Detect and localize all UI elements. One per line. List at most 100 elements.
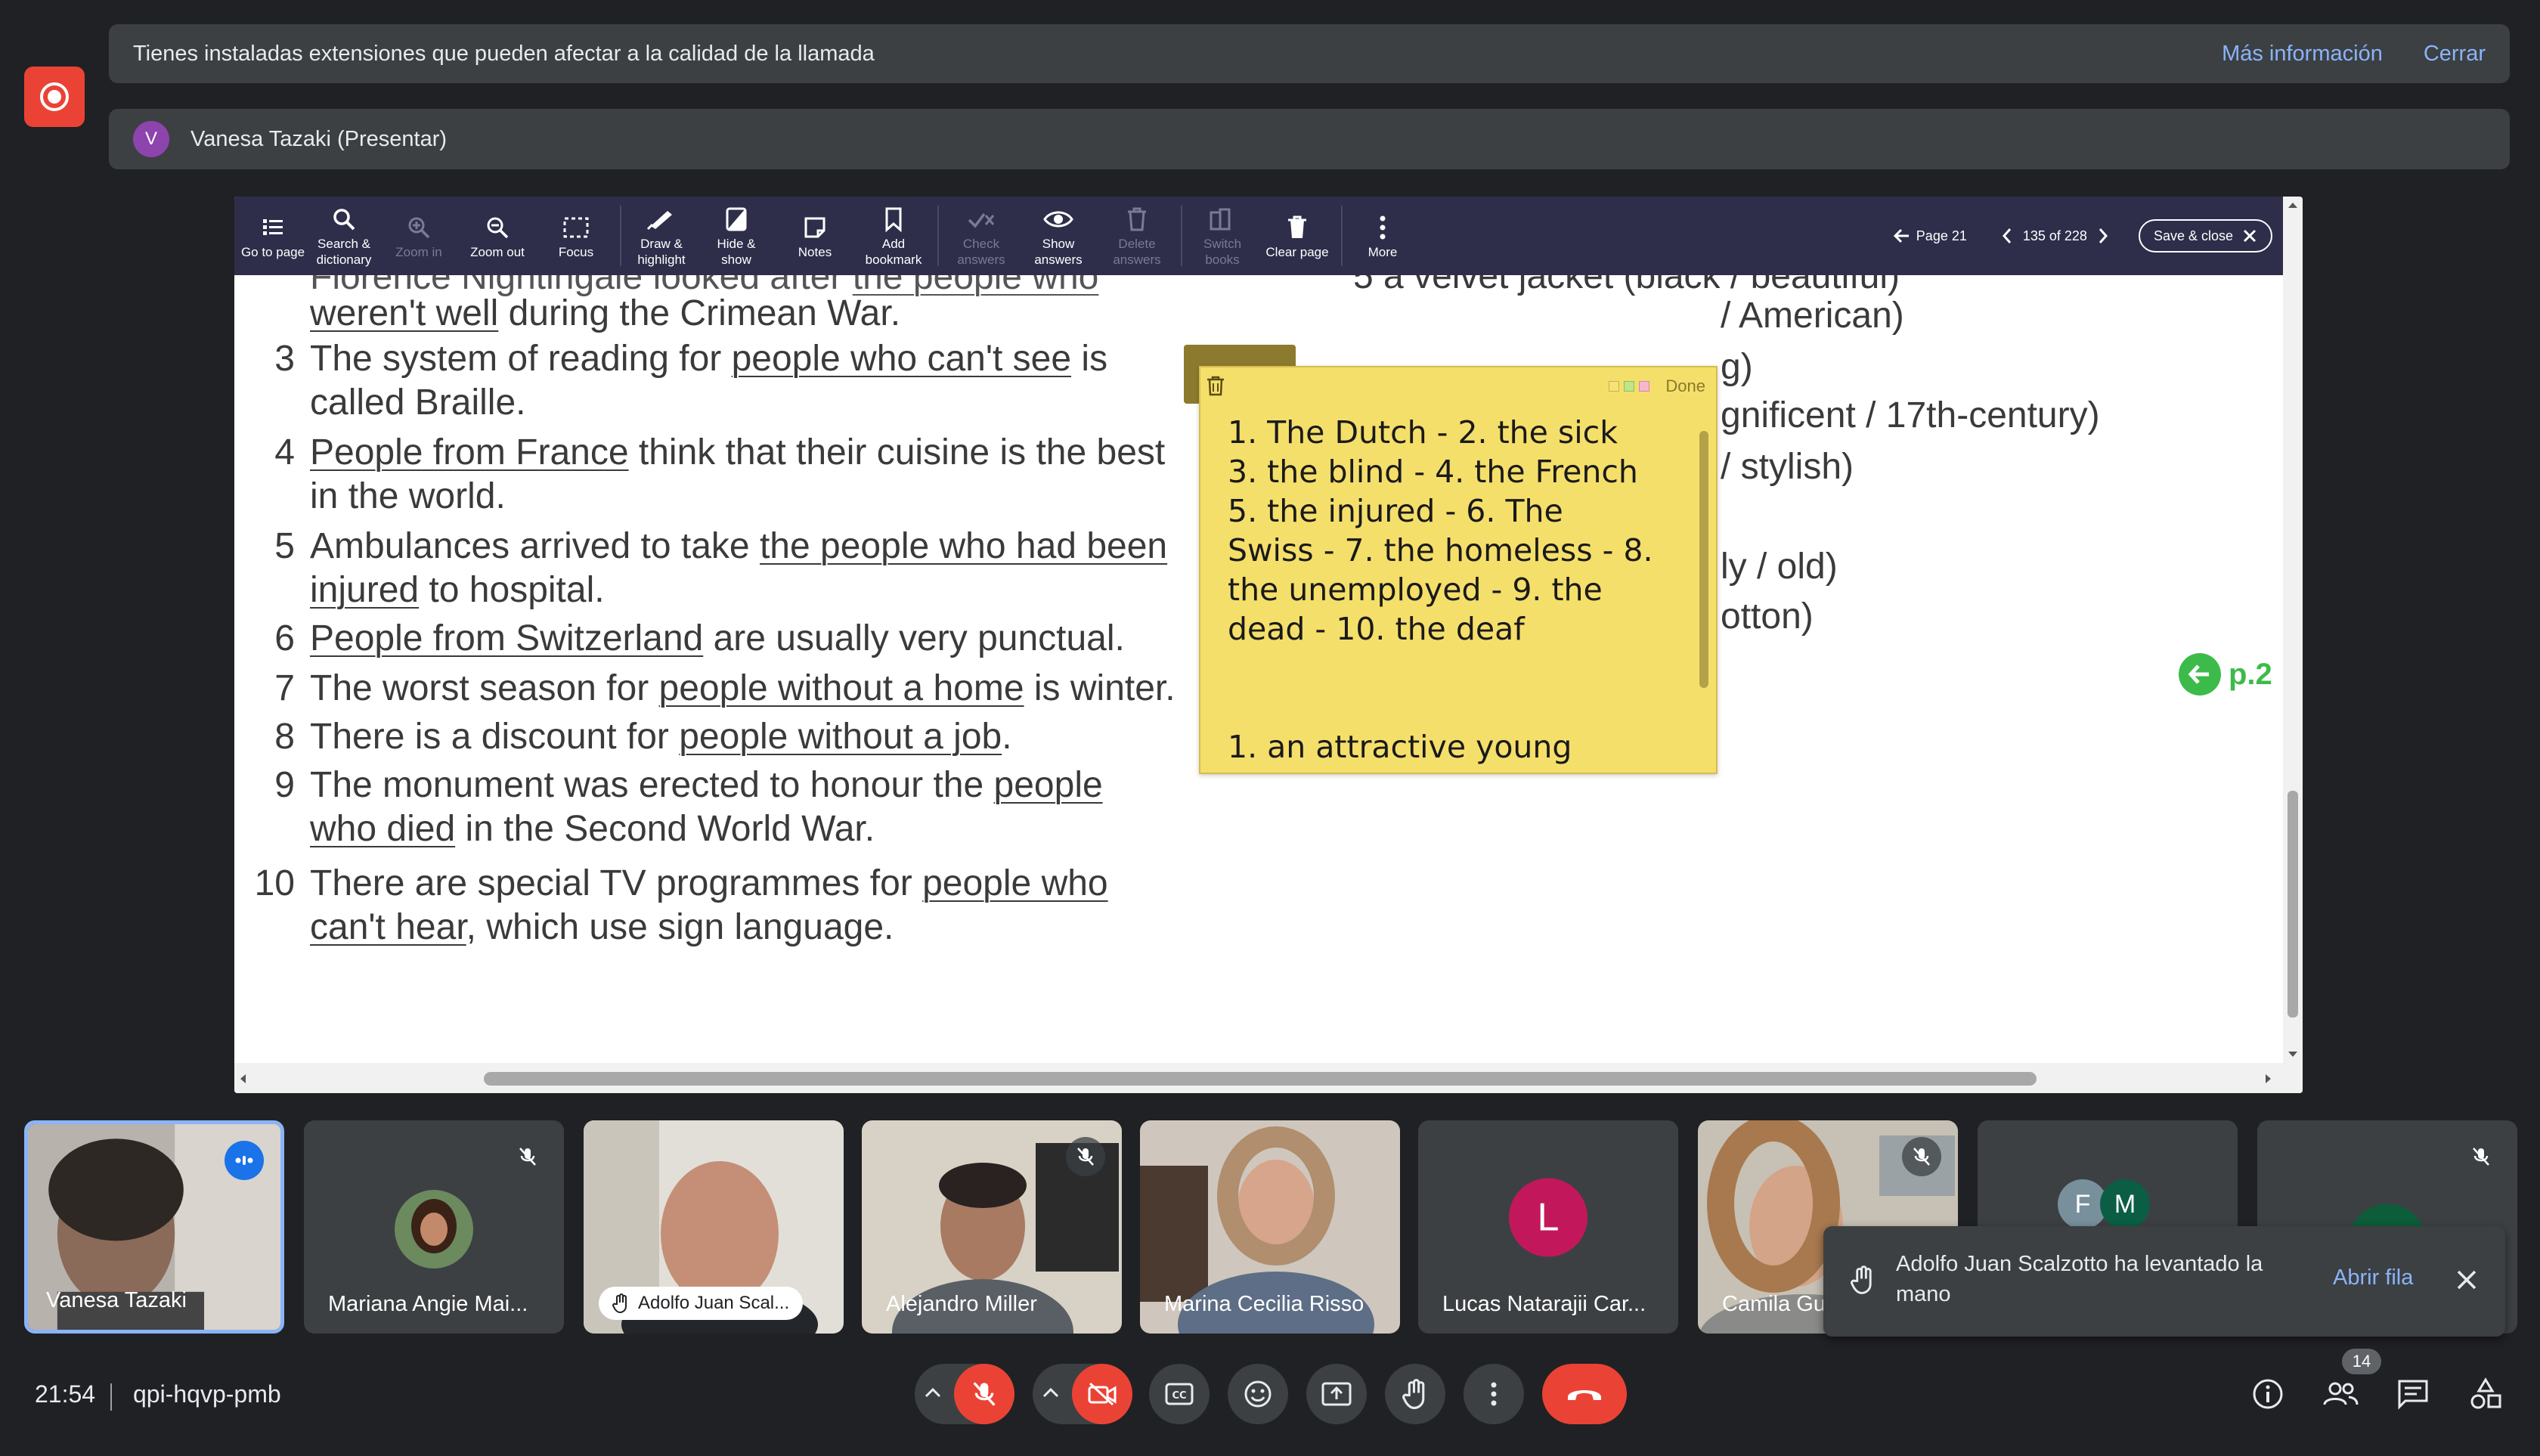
list-icon: [262, 212, 284, 243]
toolbar-divider: [1181, 206, 1182, 266]
exercise-item-continuation: called Braille.: [310, 381, 525, 425]
zoom-out-icon: [485, 212, 510, 243]
more-vert-icon: [1491, 1382, 1497, 1406]
present-screen-button[interactable]: [1306, 1364, 1367, 1424]
participant-name: Camila Gu: [1722, 1292, 1826, 1316]
page-link-label: p.2: [2229, 657, 2272, 691]
horizontal-scroll-thumb[interactable]: [484, 1072, 2037, 1086]
sticky-note[interactable]: Done 1. The Dutch - 2. the sick 3. the b…: [1199, 366, 1718, 774]
ebook-toolbar: Go to page Search & dictionary Zoom in Z…: [234, 197, 2303, 275]
captions-button[interactable]: CC: [1149, 1364, 1210, 1424]
exercise-item: 3 The system of reading for people who ca…: [274, 337, 1107, 381]
right-column-line: / American): [1721, 296, 1904, 336]
more-button[interactable]: More: [1347, 197, 1418, 275]
draw-highlight-button[interactable]: Draw & highlight: [626, 197, 697, 275]
note-scrollbar-thumb[interactable]: [1699, 431, 1708, 688]
participant-tile[interactable]: Adolfo Juan Scal...: [584, 1120, 844, 1334]
toolbar-label: Zoom in: [395, 244, 442, 259]
go-to-page-button[interactable]: Go to page: [237, 197, 308, 275]
notes-button[interactable]: Notes: [776, 197, 854, 275]
scroll-left-icon: [240, 1074, 246, 1083]
save-close-button[interactable]: Save & close: [2138, 219, 2272, 252]
more-info-link[interactable]: Más información: [2222, 42, 2383, 67]
zoom-out-button[interactable]: Zoom out: [458, 197, 537, 275]
search-dictionary-button[interactable]: Search & dictionary: [308, 197, 379, 275]
meeting-info-button[interactable]: [2245, 1371, 2291, 1417]
participant-tile[interactable]: Mariana Angie Mai...: [304, 1120, 564, 1334]
underlined-phrase: People from France: [310, 432, 629, 472]
exercise-item-2-cont: weren't well during the Crimean War.: [310, 292, 900, 336]
note-done-button[interactable]: Done: [1665, 376, 1705, 396]
page-back-link[interactable]: Page 21: [1893, 228, 1967, 244]
delete-answers-button[interactable]: Delete answers: [1098, 197, 1176, 275]
right-column-line: / stylish): [1721, 447, 1854, 487]
exercise-text: Ambulances arrived to take: [310, 526, 760, 566]
presenter-avatar: V: [133, 121, 169, 157]
participant-name: Vanesa Tazaki: [46, 1288, 187, 1312]
chevron-up-icon[interactable]: [1042, 1386, 1060, 1402]
participant-tile[interactable]: Vanesa Tazaki: [24, 1120, 284, 1334]
presenter-bar[interactable]: V Vanesa Tazaki (Presentar): [109, 109, 2510, 169]
microphone-toggle-button[interactable]: [954, 1364, 1014, 1424]
clear-icon: [1287, 212, 1308, 243]
participant-tile[interactable]: Alejandro Miller: [862, 1120, 1122, 1334]
note-scrollbar[interactable]: [1696, 410, 1713, 765]
pager-label: 135 of 228: [2022, 228, 2087, 243]
participant-name: Marina Cecilia Risso: [1164, 1292, 1364, 1316]
toolbar-label: answers: [1034, 252, 1083, 267]
toolbar-divider: [1341, 206, 1343, 266]
footer-divider: [110, 1383, 112, 1411]
meeting-code[interactable]: qpi-hqvp-pmb: [133, 1380, 281, 1408]
trash-icon: [1207, 376, 1224, 396]
camera-toggle-button[interactable]: [1072, 1364, 1132, 1424]
note-icon: [803, 212, 827, 243]
participant-avatar: M: [2100, 1179, 2150, 1229]
close-icon: [2243, 229, 2257, 243]
scroll-down-icon: [2288, 1052, 2297, 1057]
participant-tile[interactable]: L Lucas Natarajii Car...: [1418, 1120, 1678, 1334]
activities-button[interactable]: [2463, 1371, 2508, 1417]
chat-button[interactable]: [2390, 1371, 2436, 1417]
vertical-scroll-thumb[interactable]: [2288, 791, 2298, 1018]
people-button[interactable]: [2318, 1371, 2363, 1417]
exercise-number: 7: [274, 668, 295, 708]
focus-icon: [562, 212, 590, 243]
underlined-phrase: weren't well: [310, 293, 499, 333]
check-answers-button[interactable]: Check answers: [943, 197, 1019, 275]
toolbar-label: Check: [962, 237, 1000, 251]
note-color-pink[interactable]: [1639, 381, 1649, 392]
close-banner-link[interactable]: Cerrar: [2424, 42, 2486, 67]
clock: 21:54: [35, 1380, 96, 1408]
page-vertical-scrollbar[interactable]: [2283, 197, 2303, 1063]
people-icon: [2323, 1382, 2359, 1405]
participant-tile[interactable]: Marina Cecilia Risso: [1140, 1120, 1400, 1334]
note-text[interactable]: 1. The Dutch - 2. the sick 3. the blind …: [1228, 413, 1689, 767]
raise-hand-button[interactable]: [1385, 1364, 1445, 1424]
add-bookmark-button[interactable]: Add bookmark: [854, 197, 933, 275]
open-queue-button[interactable]: Abrir fila: [2333, 1265, 2413, 1290]
page-pager[interactable]: 135 of 228: [2002, 228, 2108, 244]
note-color-green[interactable]: [1624, 381, 1634, 392]
note-color-yellow[interactable]: [1609, 381, 1619, 392]
clear-page-button[interactable]: Clear page: [1258, 197, 1337, 275]
recording-icon[interactable]: [24, 67, 85, 127]
focus-button[interactable]: Focus: [537, 197, 615, 275]
more-options-button[interactable]: [1464, 1364, 1524, 1424]
switch-books-button[interactable]: Switch books: [1187, 197, 1258, 275]
toolbar-label: Clear page: [1265, 244, 1329, 259]
hand-icon: [1851, 1265, 1872, 1294]
page-link[interactable]: p.2: [2179, 653, 2272, 695]
chevron-up-icon[interactable]: [924, 1386, 942, 1402]
zoom-in-button[interactable]: Zoom in: [379, 197, 458, 275]
save-close-label: Save & close: [2153, 228, 2233, 243]
reactions-button[interactable]: [1228, 1364, 1288, 1424]
leave-call-button[interactable]: [1542, 1364, 1627, 1424]
exercise-text: in the Second World War.: [455, 809, 875, 849]
exercise-item-continuation: injured to hospital.: [310, 568, 605, 612]
underlined-phrase: people without a job: [679, 717, 1002, 757]
page-horizontal-scrollbar[interactable]: [234, 1063, 2303, 1093]
show-answers-button[interactable]: Show answers: [1019, 197, 1098, 275]
exercise-text: The system of reading for: [310, 339, 732, 379]
hide-show-button[interactable]: Hide & show: [697, 197, 776, 275]
exercise-item-continuation: can't hear, which use sign language.: [310, 906, 894, 949]
